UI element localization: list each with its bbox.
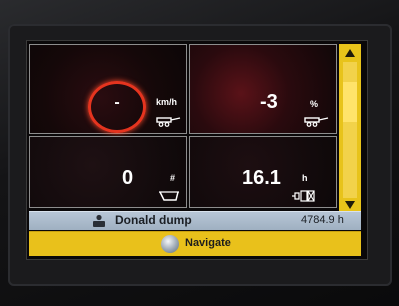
trailer-speed-icon [156,117,181,127]
count-unit: # [170,173,176,183]
scroll-down-icon[interactable] [344,200,356,210]
scrollbar[interactable] [339,44,361,214]
count-tile[interactable]: 0 # [29,136,187,208]
navigate-bar[interactable]: Navigate [29,231,361,256]
speed-tile[interactable]: - km/h [29,44,187,134]
count-value: 0 [122,167,134,189]
slip-unit: % [310,99,319,109]
operating-mode: dump [159,213,192,227]
slip-value: -3 [260,91,278,113]
dump-body-icon [159,191,179,201]
status-bar: Donald dump 4784.9 h [29,211,361,230]
engine-hours-icon [292,190,315,202]
display-screen: - km/h -3 % 0 # 16.1 h Donald dump 4784.… [26,40,368,260]
hours-tile[interactable]: 16.1 h [189,136,337,208]
operator-name: Donald [115,213,156,227]
total-hours: 4784.9 h [301,214,344,226]
slip-tile[interactable]: -3 % [189,44,337,134]
operator-status: Donald dump [115,213,192,227]
speed-unit: km/h [156,97,178,107]
speed-gauge-ring: - [88,81,146,133]
operator-icon [93,214,105,227]
speed-value: - [114,94,120,111]
joystick-button-icon[interactable] [161,235,179,253]
navigate-label: Navigate [185,237,231,249]
trailer-slip-icon [304,117,329,127]
scroll-thumb[interactable] [343,82,357,122]
scroll-up-icon[interactable] [344,48,356,58]
hours-value: 16.1 [242,167,281,189]
hours-unit: h [302,173,308,183]
